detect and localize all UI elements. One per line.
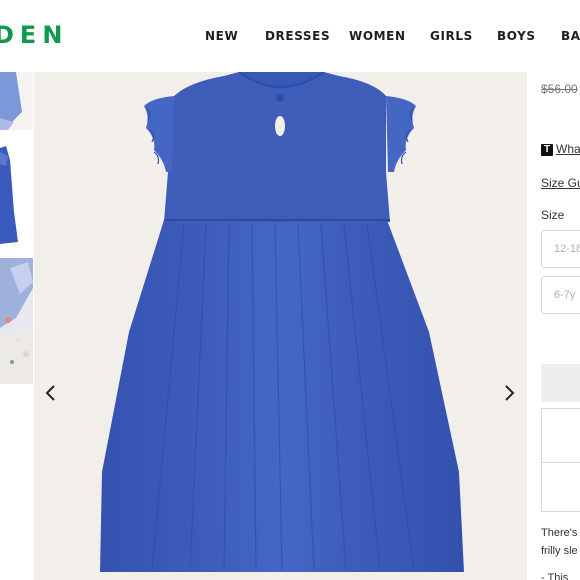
dress-image (34, 72, 527, 580)
nav-women[interactable]: WOMEN (349, 29, 406, 43)
size-option-1[interactable]: 12-18m (541, 230, 580, 268)
nav-boys[interactable]: BOYS (497, 29, 536, 43)
thumbnail-strip (0, 72, 34, 580)
size-guide-link[interactable]: Size Gu (541, 176, 580, 190)
site-header: DEN NEW DRESSES WOMEN GIRLS BOYS BABY (0, 0, 580, 72)
size-label: Size (541, 208, 565, 222)
prev-image-button[interactable] (36, 377, 66, 409)
size-option-2[interactable]: 6-7y (541, 276, 580, 314)
tag-icon: T (541, 144, 553, 156)
add-to-bag-button[interactable] (541, 364, 580, 402)
description-line-2: frilly sle (541, 545, 578, 557)
old-price: $56.00 (541, 82, 578, 96)
product-image (34, 72, 527, 580)
thumbnail-3[interactable] (0, 258, 33, 384)
thumbnail-1[interactable] (0, 72, 33, 130)
option-box-2[interactable] (541, 462, 580, 512)
main-nav: NEW DRESSES WOMEN GIRLS BOYS BABY (0, 29, 580, 49)
thumbnail-2[interactable] (0, 142, 33, 246)
nav-girls[interactable]: GIRLS (430, 29, 473, 43)
description-line-3: - This (541, 572, 569, 580)
nav-dresses[interactable]: DRESSES (265, 29, 330, 43)
description-line-1: There's (541, 527, 578, 539)
chevron-right-icon (505, 385, 515, 401)
nav-new[interactable]: NEW (205, 29, 238, 43)
next-image-button[interactable] (494, 377, 524, 409)
chevron-left-icon (45, 385, 55, 401)
nav-baby[interactable]: BABY (561, 29, 580, 43)
whats-link[interactable]: What (556, 142, 580, 156)
option-box-1[interactable] (541, 408, 580, 462)
product-info-panel: $56.00 T What Size Gu Size 12-18m 6-7y T… (527, 72, 580, 580)
